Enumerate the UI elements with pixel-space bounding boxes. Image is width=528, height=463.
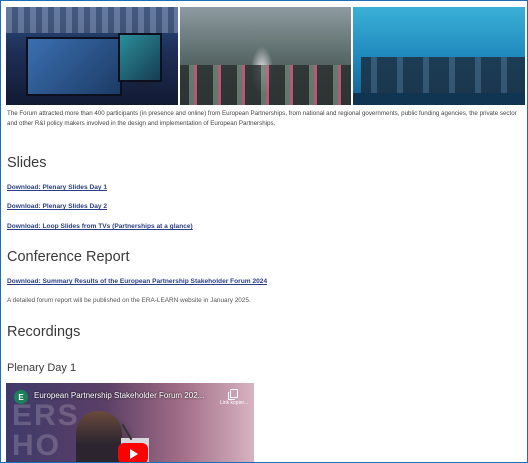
play-button[interactable] [118, 443, 148, 462]
intro-paragraph: The Forum attracted more than 400 partic… [7, 110, 517, 127]
hero-photo-audience [179, 7, 352, 105]
slides-heading: Slides [7, 155, 47, 171]
download-plenary-day1-link[interactable]: Download: Plenary Slides Day 1 [7, 184, 107, 191]
recordings-heading: Recordings [7, 324, 81, 340]
copy-link-button[interactable]: Link kopier... [216, 389, 252, 406]
download-loop-slides-link[interactable]: Download: Loop Slides from TVs (Partners… [7, 223, 193, 230]
download-summary-results-link[interactable]: Download: Summary Results of the Europea… [7, 278, 267, 285]
forum-report-note: A detailed forum report will be publishe… [7, 297, 251, 304]
hero-photo-strip [6, 7, 526, 105]
page-frame: The Forum attracted more than 400 partic… [0, 0, 528, 463]
speaker-figure [76, 411, 122, 462]
channel-avatar[interactable]: E [14, 390, 28, 404]
copy-link-label: Link kopier... [219, 400, 249, 406]
hero-photo-broadcast [6, 7, 178, 105]
video-background-text: ERS HO [12, 399, 80, 462]
conference-report-heading: Conference Report [7, 249, 130, 265]
copy-icon [228, 389, 238, 400]
download-plenary-day2-link[interactable]: Download: Plenary Slides Day 2 [7, 203, 107, 210]
plenary-day1-subheading: Plenary Day 1 [7, 362, 77, 374]
video-title[interactable]: European Partnership Stakeholder Forum 2… [34, 391, 204, 400]
hero-photo-panel [353, 7, 526, 105]
video-embed-player[interactable]: ERS HO E European Partnership Stakeholde… [6, 383, 254, 462]
